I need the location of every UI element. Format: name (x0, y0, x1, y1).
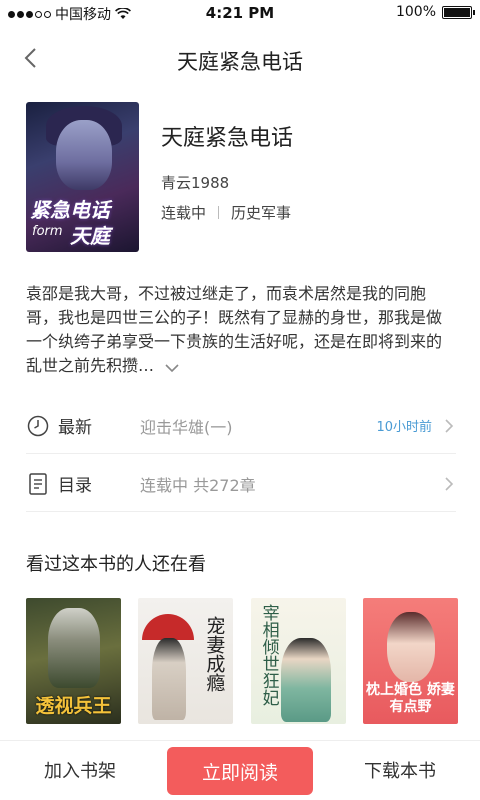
cover-sub-text: form (32, 224, 63, 239)
read-now-button[interactable]: 立即阅读 (167, 747, 313, 795)
status-bar: 中国移动 4:21 PM 100% (0, 0, 480, 26)
add-to-shelf-button[interactable]: 加入书架 (26, 757, 134, 783)
latest-chapter-row[interactable]: 最新 迎击华雄(一) 10小时前 (26, 398, 456, 454)
recommend-book-4[interactable]: 枕上婚色 娇妻有点野 (362, 598, 458, 724)
book-header: 紧急电话 form 天庭 天庭紧急电话 青云1988 连载中 历史军事 (26, 102, 456, 252)
cover-title-text: 紧急电话 (30, 198, 110, 222)
battery-percent: 100% (395, 4, 436, 20)
chevron-right-icon (442, 476, 456, 491)
book-genre[interactable]: 历史军事 (231, 202, 291, 223)
chevron-down-icon[interactable] (164, 359, 180, 375)
synopsis[interactable]: 袁邵是我大哥，不过被过继走了，而袁术居然是我的同胞哥，我也是四世三公的子！既然有… (26, 282, 456, 378)
chevron-right-icon (442, 418, 456, 433)
recommend-book-2[interactable]: 宠妻成瘾 (138, 598, 234, 724)
page-title: 天庭紧急电话 (177, 50, 303, 74)
cover-tail-text: 天庭 (70, 224, 110, 248)
toc-label: 目录 (58, 476, 92, 496)
recommend-book-cover-text: 宠妻成瘾 (203, 616, 226, 692)
latest-chapter-title: 迎击华雄(一) (140, 417, 233, 437)
battery-icon (442, 5, 475, 19)
recommend-list: 透视兵王 宠妻成瘾 宰相倾世狂妃 枕上婚色 娇妻有点野 (26, 598, 458, 724)
latest-update-time: 10小时前 (376, 420, 432, 435)
toc-summary: 连载中 共272章 (140, 475, 256, 495)
download-button[interactable]: 下载本书 (346, 757, 454, 783)
recommend-book-cover-text: 透视兵王 (35, 695, 112, 717)
nav-bar: 天庭紧急电话 (0, 26, 480, 90)
recommend-book-cover-text: 宰相倾世狂妃 (258, 604, 279, 706)
bottom-action-bar: 加入书架 立即阅读 下载本书 (0, 740, 480, 800)
synopsis-text: 袁邵是我大哥，不过被过继走了，而袁术居然是我的同胞哥，我也是四世三公的子！既然有… (26, 284, 443, 375)
latest-label: 最新 (58, 418, 92, 438)
recommend-book-1[interactable]: 透视兵王 (26, 598, 121, 724)
book-author[interactable]: 青云1988 (161, 172, 229, 193)
book-title: 天庭紧急电话 (161, 126, 294, 151)
clock-icon (26, 414, 50, 438)
status-right: 100% (395, 4, 475, 20)
recommend-book-cover-text: 枕上婚色 娇妻有点野 (366, 682, 455, 715)
document-list-icon (26, 472, 50, 496)
recommend-book-3[interactable]: 宰相倾世狂妃 (250, 598, 346, 724)
meta-divider (218, 206, 220, 219)
recommend-heading: 看过这本书的人还在看 (26, 554, 206, 575)
table-of-contents-row[interactable]: 目录 连载中 共272章 (26, 456, 456, 512)
book-status: 连载中 (161, 204, 207, 222)
book-meta: 连载中 历史军事 (161, 202, 291, 223)
book-cover[interactable]: 紧急电话 form 天庭 (26, 102, 139, 252)
